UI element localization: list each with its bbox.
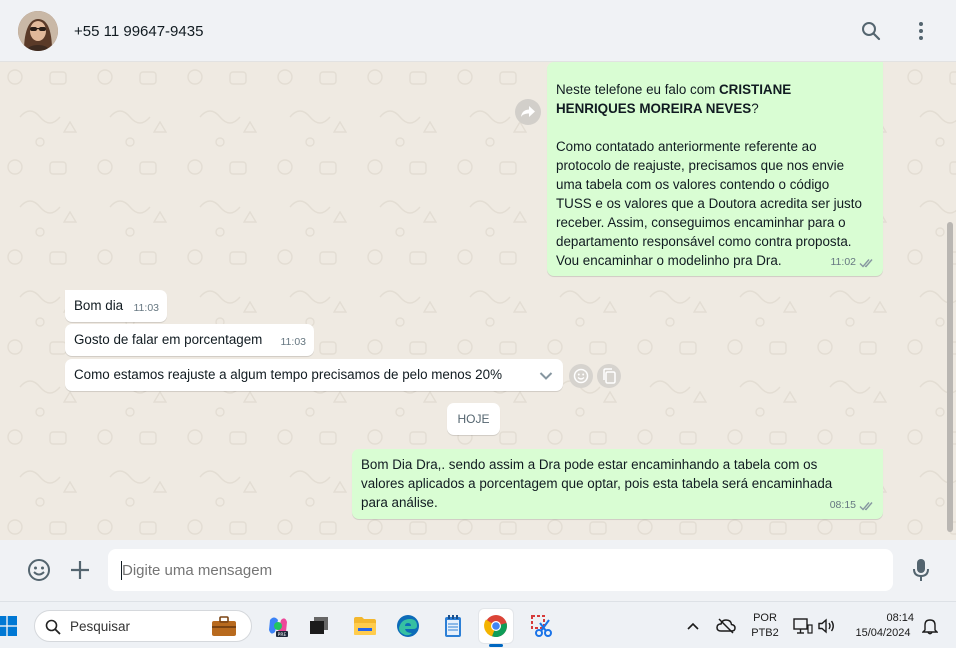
copy-icon[interactable] (597, 364, 621, 388)
chrome-browser-icon[interactable] (479, 609, 513, 643)
windows-start-icon[interactable] (0, 609, 22, 643)
message-incoming[interactable]: Gosto de falar em porcentagem 11:03 (65, 324, 314, 356)
menu-dots-icon[interactable] (909, 19, 933, 43)
file-explorer-icon[interactable] (348, 609, 382, 643)
emoji-icon[interactable] (26, 557, 52, 583)
message-incoming[interactable]: Como estamos reajuste a algum tempo prec… (65, 359, 563, 391)
keyboard-layout: PTB2 (751, 627, 779, 639)
forward-icon[interactable] (515, 99, 541, 125)
briefcase-icon (212, 616, 236, 636)
chevron-up-icon[interactable] (678, 609, 708, 643)
edge-browser-icon[interactable] (391, 609, 425, 643)
compose-bar (0, 540, 956, 601)
date-separator: HOJE (447, 403, 500, 435)
language-code: POR (753, 612, 777, 624)
cloud-offline-icon[interactable] (711, 609, 741, 643)
snipping-tool-icon[interactable] (525, 609, 559, 643)
message-time: 11:02 (831, 253, 876, 272)
taskbar-search[interactable]: Pesquisar (34, 610, 252, 642)
microphone-icon[interactable] (908, 557, 934, 583)
message-outgoing[interactable]: Bom Dia Dra,. sendo assim a Dra pode est… (352, 449, 883, 519)
active-app-indicator (489, 644, 503, 647)
windows-taskbar: Pesquisar PRE POR PTB2 08:14 15/04/2024 (0, 601, 956, 648)
message-text: Como estamos reajuste a algum tempo prec… (74, 367, 502, 382)
notification-bell-icon[interactable] (916, 609, 944, 643)
search-icon (45, 619, 61, 635)
copilot-icon[interactable]: PRE (261, 609, 295, 643)
taskbar-clock[interactable]: 08:14 15/04/2024 (846, 611, 920, 641)
emoji-react-icon[interactable] (569, 364, 593, 388)
chat-area[interactable]: Neste telefone eu falo com CRISTIANE HEN… (0, 62, 956, 540)
contact-avatar[interactable] (18, 11, 58, 51)
message-text: Bom Dia Dra,. sendo assim a Dra pode est… (361, 457, 833, 510)
search-icon[interactable] (859, 19, 883, 43)
message-text: Bom dia (74, 298, 124, 313)
message-text: Neste telefone eu falo com CRISTIANE HEN… (556, 82, 792, 116)
speaker-icon[interactable] (812, 609, 840, 643)
chevron-down-icon[interactable] (539, 367, 553, 386)
task-view-icon[interactable] (302, 609, 336, 643)
message-incoming[interactable]: Bom dia 11:03 (65, 290, 167, 322)
message-time: 11:03 (133, 302, 160, 314)
taskbar-search-label: Pesquisar (70, 619, 131, 634)
text-caret (121, 561, 122, 580)
contact-name[interactable]: +55 11 99647-9435 (74, 23, 203, 40)
message-outgoing[interactable]: Neste telefone eu falo com CRISTIANE HEN… (547, 62, 883, 276)
message-input[interactable] (108, 549, 893, 591)
svg-text:PRE: PRE (278, 632, 287, 638)
read-ticks-icon (859, 501, 873, 511)
attach-plus-icon[interactable] (67, 557, 93, 583)
message-body: Como contatado anteriormente referente a… (556, 139, 862, 268)
clock-time: 08:14 (886, 612, 914, 624)
clock-date: 15/04/2024 (855, 627, 911, 639)
message-text: Gosto de falar em porcentagem (74, 332, 263, 347)
chat-scrollbar[interactable] (947, 222, 953, 532)
message-time: 08:15 (830, 496, 875, 515)
language-indicator[interactable]: POR PTB2 (744, 611, 786, 641)
chat-header: +55 11 99647-9435 (0, 0, 956, 62)
read-ticks-icon (859, 258, 873, 268)
notepad-icon[interactable] (436, 609, 470, 643)
message-time: 11:03 (280, 336, 307, 348)
